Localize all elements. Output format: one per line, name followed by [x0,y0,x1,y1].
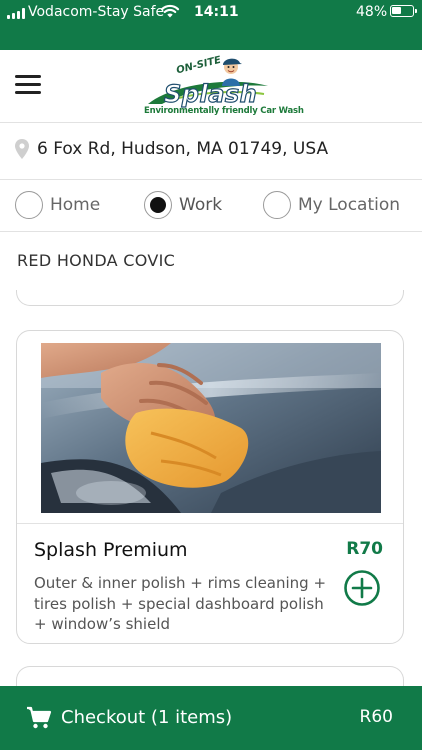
previous-service-card[interactable] [16,290,404,306]
hamburger-menu-icon[interactable] [15,75,41,95]
address-row[interactable]: 6 Fox Rd, Hudson, MA 01749, USA [0,124,422,180]
radio-my-location-label: My Location [298,195,401,215]
checkout-button[interactable]: Checkout (1 items) R60 [0,686,422,750]
battery-icon [390,5,417,17]
shopping-cart-icon [27,706,52,729]
radio-home[interactable]: Home [15,190,100,220]
splash-logo: ON-SITE Splash Environmentally friendly … [142,54,304,120]
location-pin-icon [15,139,29,159]
service-title: Splash Premium [34,539,188,561]
cellular-signal-icon [7,8,25,19]
service-card-splash-premium[interactable]: Splash Premium R70 Outer & inner polish … [16,330,404,644]
wifi-icon [160,4,180,18]
address-type-selector: Home Work My Location [0,180,422,232]
radio-home-circle[interactable] [15,191,43,219]
radio-work[interactable]: Work [144,190,222,220]
app-header: ON-SITE Splash Environmentally friendly … [0,50,422,123]
logo-tagline: Environmentally friendly Car Wash [144,106,304,116]
radio-my-location-circle[interactable] [263,191,291,219]
add-circle-icon[interactable] [344,570,380,606]
carrier-name: Vodacom-Stay Safe [28,4,165,20]
checkout-total: R60 [359,707,393,727]
car-polishing-photo [41,343,381,513]
card-divider [17,523,403,524]
next-service-card[interactable] [16,666,404,686]
address-text: 6 Fox Rd, Hudson, MA 01749, USA [37,139,329,159]
logo-brand-text: Splash [163,79,258,108]
radio-my-location[interactable]: My Location [263,190,400,220]
battery-level-fill [392,7,401,14]
service-image [41,343,381,513]
radio-work-label: Work [179,195,223,215]
vehicle-row[interactable]: RED HONDA COVIC [0,232,422,290]
radio-home-label: Home [50,195,101,215]
service-description: Outer & inner polish + rims cleaning + t… [34,574,327,633]
radio-work-circle[interactable] [144,191,172,219]
vehicle-name: RED HONDA COVIC [17,251,176,270]
service-price: R70 [346,539,383,559]
clock: 14:11 [194,4,239,20]
status-bar: Vodacom-Stay Safe 14:11 48% [0,0,422,50]
checkout-label: Checkout (1 items) [61,707,233,728]
services-list[interactable]: Splash Premium R70 Outer & inner polish … [0,290,422,686]
battery-percent: 48% [356,4,388,20]
